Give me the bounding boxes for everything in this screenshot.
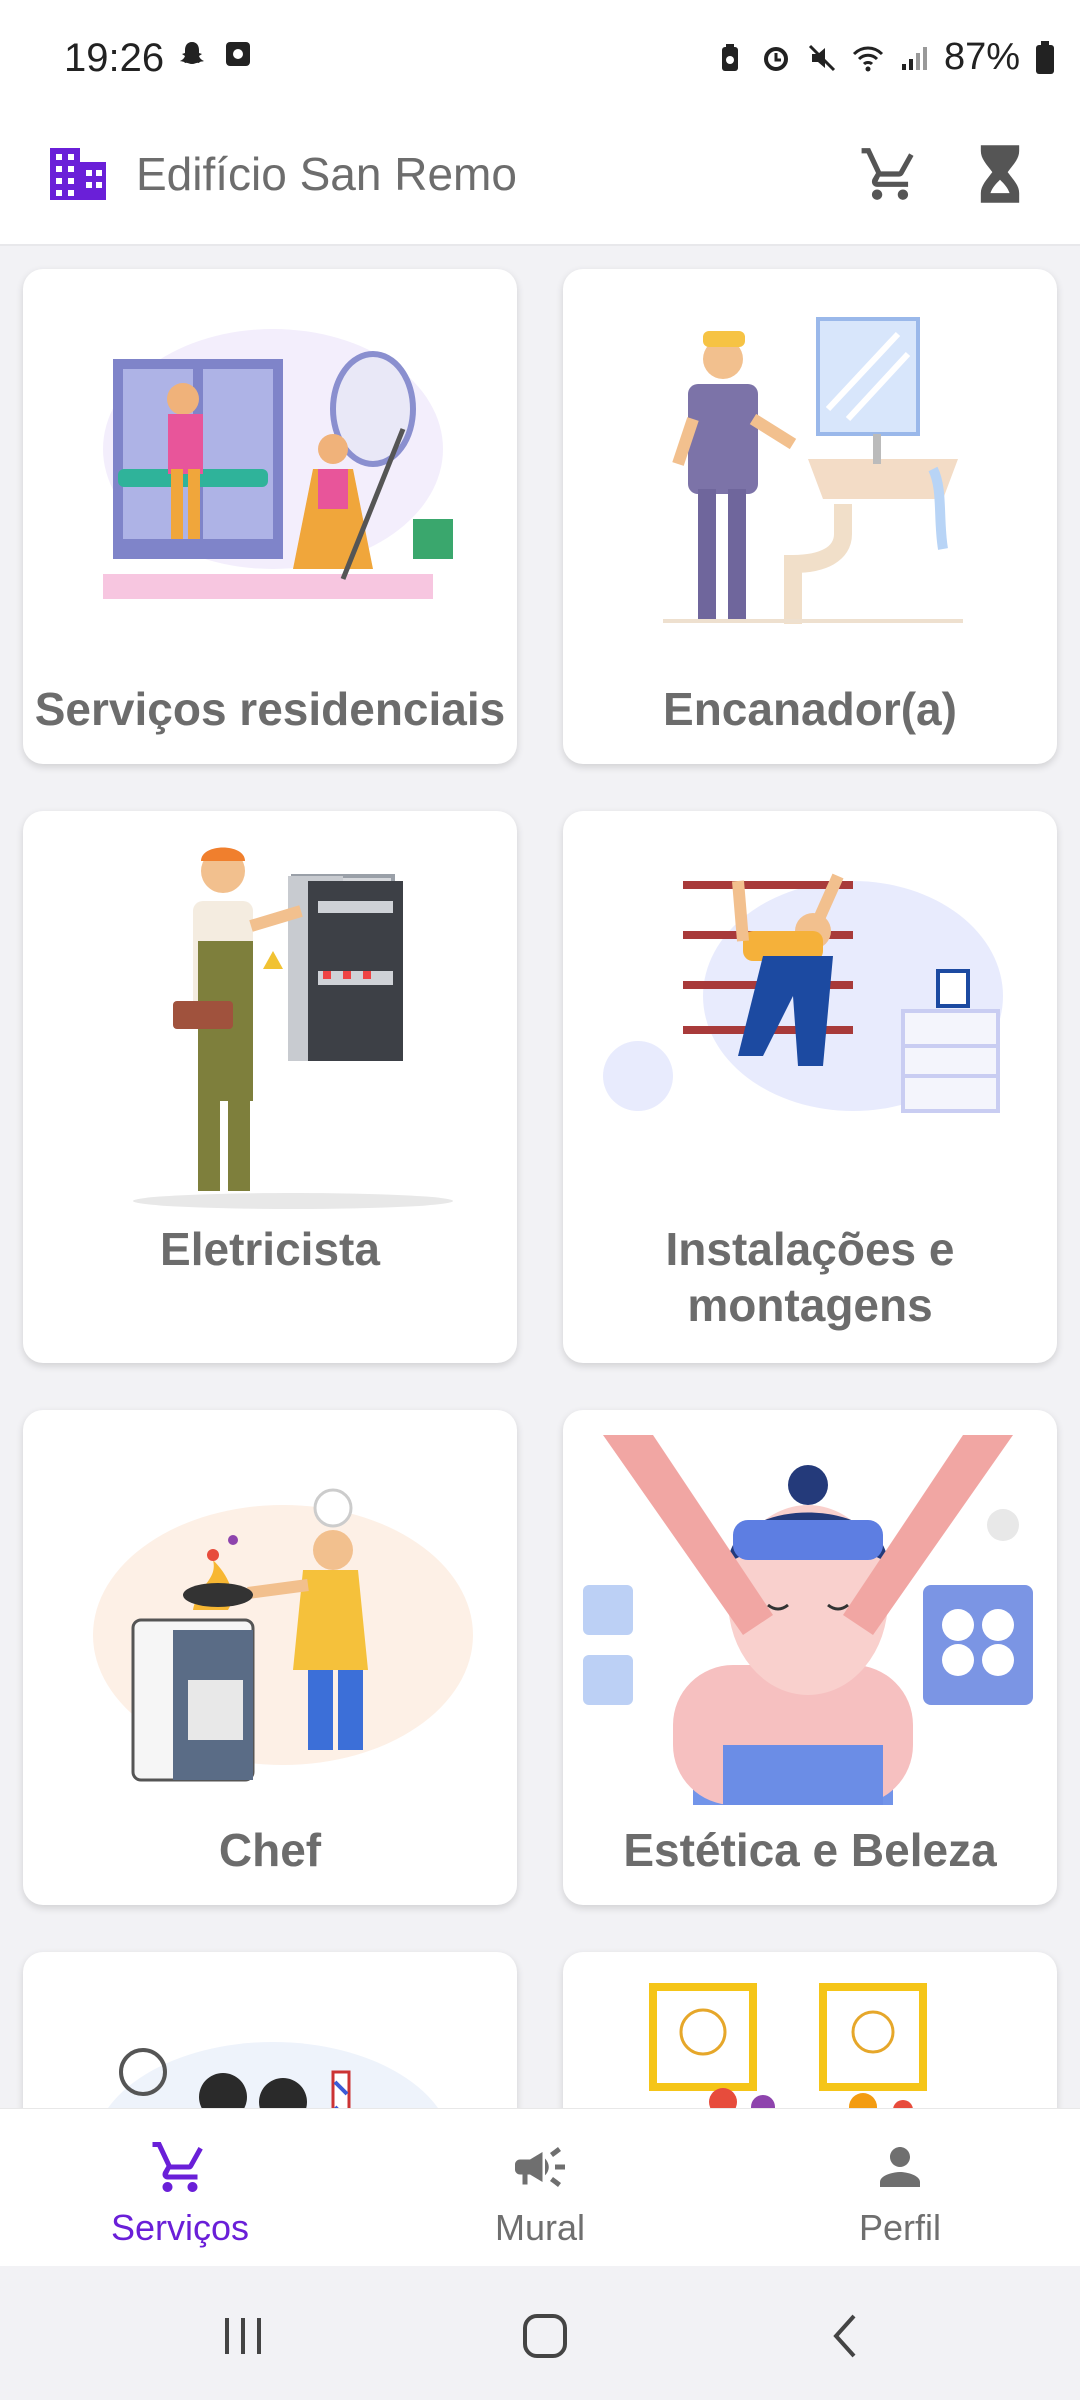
building-icon	[50, 148, 106, 200]
back-icon	[833, 2314, 856, 2358]
person-icon	[880, 2147, 920, 2187]
nav-label: Perfil	[858, 2207, 942, 2248]
service-label: Instalações e montagens	[665, 1223, 955, 1331]
service-card-infantil[interactable]	[563, 1952, 1057, 2108]
recent-apps-button[interactable]	[203, 2296, 283, 2376]
beauty-illustration	[583, 1435, 1033, 1805]
kids-art-illustration	[649, 1983, 927, 2108]
app-bar: Edifício San Remo	[0, 120, 1080, 244]
battery-saver-icon	[721, 43, 738, 71]
recent-apps-icon	[225, 2318, 261, 2354]
installation-illustration	[603, 873, 1003, 1113]
battery-percent: 87%	[943, 36, 1020, 78]
home-button[interactable]	[505, 2296, 585, 2376]
system-navigation-bar	[0, 2266, 1080, 2400]
nav-item-servicos[interactable]: Serviços	[0, 2109, 360, 2267]
plumber-illustration	[663, 317, 963, 624]
nav-label: Mural	[494, 2207, 586, 2248]
hourglass-icon	[980, 145, 1020, 203]
electrician-illustration	[133, 847, 453, 1209]
nav-label: Serviços	[110, 2207, 250, 2248]
signal-icon	[901, 46, 927, 70]
barber-illustration	[108, 2042, 438, 2108]
cart-button[interactable]	[852, 136, 928, 212]
wifi-icon	[852, 46, 883, 71]
service-card-residenciais[interactable]: Serviços residenciais	[23, 269, 517, 764]
service-card-encanador[interactable]: Encanador(a)	[563, 269, 1057, 764]
nav-item-perfil[interactable]: Perfil	[720, 2109, 1080, 2267]
service-card-eletricista[interactable]: Eletricista	[23, 811, 517, 1363]
chef-illustration	[93, 1488, 473, 1782]
services-grid: Serviços residenciais Encanador(a) Eletr…	[0, 244, 1080, 2108]
back-button[interactable]	[806, 2296, 886, 2376]
service-label: Encanador(a)	[663, 683, 957, 735]
history-button[interactable]	[962, 136, 1038, 212]
cart-icon	[152, 2142, 203, 2192]
page-title: Edifício San Remo	[136, 148, 517, 200]
media-icon	[226, 42, 250, 66]
service-label: Serviços residenciais	[34, 683, 506, 735]
megaphone-icon	[515, 2147, 565, 2187]
service-card-instalacoes[interactable]: Instalações e montagens	[563, 811, 1057, 1363]
battery-icon	[1036, 40, 1054, 74]
service-label: Chef	[218, 1824, 322, 1876]
mute-icon	[808, 44, 835, 71]
service-label: Estética e Beleza	[623, 1824, 997, 1876]
nav-item-mural[interactable]: Mural	[360, 2109, 720, 2267]
alarm-icon	[763, 46, 788, 71]
service-card-chef[interactable]: Chef	[23, 1410, 517, 1905]
cleaning-illustration	[103, 329, 453, 599]
service-card-barbeiro[interactable]	[23, 1952, 517, 2108]
snapchat-icon	[180, 42, 204, 64]
status-bar: 19:26 87%	[0, 0, 1080, 120]
status-time: 19:26	[64, 36, 165, 80]
service-label: Eletricista	[160, 1223, 380, 1275]
bottom-navigation: Serviços Mural Perfil	[0, 2108, 1080, 2267]
cart-icon	[861, 148, 914, 200]
service-card-estetica[interactable]: Estética e Beleza	[563, 1410, 1057, 1905]
home-icon	[523, 2314, 567, 2358]
